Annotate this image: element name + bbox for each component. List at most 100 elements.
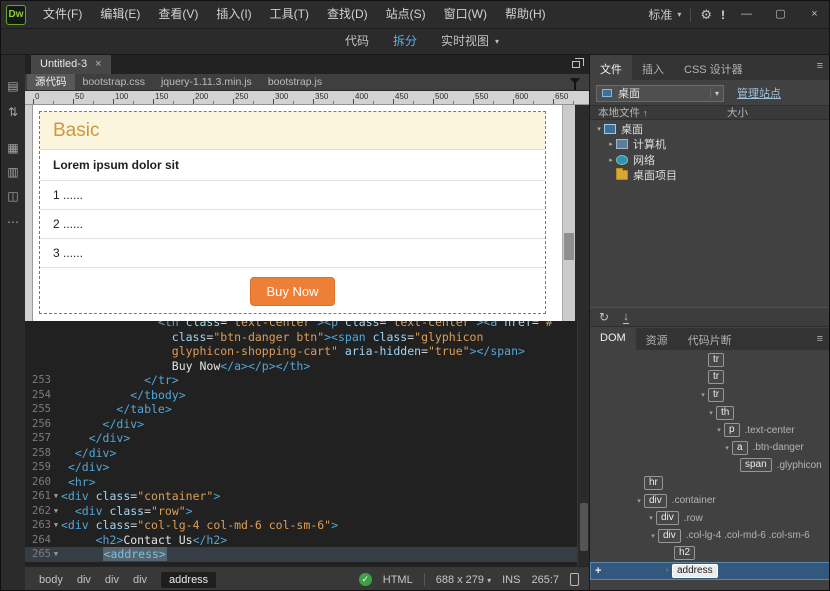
dom-node-div-9[interactable]: ▾div.row xyxy=(590,509,830,527)
design-row-2[interactable]: 2 ...... xyxy=(40,210,545,239)
design-row-1[interactable]: 1 ...... xyxy=(40,181,545,210)
dom-node-p-4[interactable]: ▾p.text-center xyxy=(590,421,830,439)
menubar-item-3[interactable]: 插入(I) xyxy=(207,1,260,28)
code-line-256[interactable]: 256 </div> xyxy=(25,417,589,432)
file-tree-item-0[interactable]: ▾桌面 xyxy=(590,121,830,137)
code-scrollbar-thumb[interactable] xyxy=(580,503,588,551)
dom-node-hr-7[interactable]: hr xyxy=(590,474,830,492)
close-button[interactable]: × xyxy=(802,1,827,28)
dom-node-address-12[interactable]: + ›address xyxy=(590,562,830,580)
dom-tag-pill[interactable]: span xyxy=(740,458,772,472)
code-line-258[interactable]: 258 </div> xyxy=(25,446,589,461)
dom-tab-0[interactable]: DOM xyxy=(590,328,636,350)
dom-node-tr-0[interactable]: tr xyxy=(590,351,830,369)
fold-arrow[interactable]: ▼ xyxy=(51,504,61,519)
panel-tab-0[interactable]: 文件 xyxy=(590,55,632,80)
design-row-0[interactable]: Lorem ipsum dolor sit xyxy=(40,150,545,181)
dom-tag-pill[interactable]: a xyxy=(732,441,748,455)
file-tree-item-3[interactable]: 桌面项目 xyxy=(590,168,830,184)
expand-icon[interactable]: ▸ xyxy=(606,156,616,164)
close-icon[interactable]: × xyxy=(95,55,101,74)
code-line-262[interactable]: 262▼ <div class="row"> xyxy=(25,504,589,519)
snippets-panel-icon[interactable]: ▥ xyxy=(1,165,25,179)
code-scrollbar[interactable] xyxy=(577,321,589,566)
menubar-item-0[interactable]: 文件(F) xyxy=(34,1,91,28)
code-line-wrap-0[interactable]: <th class="text-center"><p class="text-c… xyxy=(25,321,589,330)
column-local-files[interactable]: 本地文件 xyxy=(598,107,640,119)
view-mode-1[interactable]: 拆分 xyxy=(381,29,429,54)
code-line-260[interactable]: 260 <hr> xyxy=(25,475,589,490)
dom-tag-pill[interactable]: th xyxy=(716,406,734,420)
code-view[interactable]: <th class="text-center"><p class="text-c… xyxy=(25,321,589,566)
tab-untitled-3[interactable]: Untitled-3 × xyxy=(31,55,111,74)
panel-tab-2[interactable]: CSS 设计器 xyxy=(674,55,753,80)
collapse-icon[interactable]: ▾ xyxy=(594,125,604,133)
collapse-icon[interactable]: ▾ xyxy=(714,426,724,434)
code-line-259[interactable]: 259 </div> xyxy=(25,460,589,475)
dom-tab-1[interactable]: 资源 xyxy=(636,328,678,350)
code-line-254[interactable]: 254 </tbody> xyxy=(25,388,589,403)
window-size-selector[interactable]: 688 x 279 ▾ xyxy=(436,574,491,586)
refresh-icon[interactable]: ↻ xyxy=(599,311,609,323)
code-line-wrap-2[interactable]: glyphicon-shopping-cart" aria-hidden="tr… xyxy=(25,344,589,359)
file-tree-item-1[interactable]: ▸计算机 xyxy=(590,137,830,153)
tag-selector-body[interactable]: body xyxy=(39,574,63,586)
collapse-icon[interactable]: ▾ xyxy=(646,514,656,522)
collapse-icon[interactable]: ▾ xyxy=(706,409,716,417)
code-line-wrap-3[interactable]: Buy Now</a></p></th> xyxy=(25,359,589,374)
code-line-255[interactable]: 255 </table> xyxy=(25,402,589,417)
filter-icon[interactable] xyxy=(570,78,580,84)
code-line-261[interactable]: 261▼<div class="container"> xyxy=(25,489,589,504)
dom-tag-pill[interactable]: address xyxy=(672,564,718,578)
dom-node-div-10[interactable]: ▾div.col-lg-4 .col-md-6 .col-sm-6 xyxy=(590,527,830,545)
buy-now-button[interactable]: Buy Now xyxy=(250,277,334,306)
expand-icon[interactable]: › xyxy=(662,567,672,574)
dom-tag-pill[interactable]: p xyxy=(724,423,740,437)
dom-node-h2-11[interactable]: h2 xyxy=(590,545,830,563)
tag-selector-address[interactable]: address xyxy=(161,572,216,588)
chevron-down-icon[interactable]: ▾ xyxy=(495,37,499,46)
menubar-item-8[interactable]: 帮助(H) xyxy=(496,1,555,28)
code-line-253[interactable]: 253 </tr> xyxy=(25,373,589,388)
tag-selector-div[interactable]: div xyxy=(133,574,147,586)
gear-icon[interactable]: ⚙ xyxy=(700,7,712,23)
panel-menu-icon[interactable]: ≡ xyxy=(809,328,830,350)
dom-node-th-3[interactable]: ▾th xyxy=(590,404,830,422)
preview-device-icon[interactable] xyxy=(570,573,579,586)
dom-tag-pill[interactable]: div xyxy=(658,529,681,543)
restore-windows-icon[interactable] xyxy=(572,61,580,68)
dom-tag-pill[interactable]: hr xyxy=(644,476,663,490)
dom-node-div-8[interactable]: ▾div.container xyxy=(590,492,830,510)
fold-arrow[interactable]: ▼ xyxy=(51,489,61,504)
panel-tab-1[interactable]: 插入 xyxy=(632,55,674,80)
menubar-item-2[interactable]: 查看(V) xyxy=(149,1,207,28)
add-element-icon[interactable]: + xyxy=(595,565,601,577)
collapse-icon[interactable]: ▾ xyxy=(648,532,658,540)
design-canvas[interactable]: Basic Lorem ipsum dolor sit1 ......2 ...… xyxy=(33,105,562,321)
collapse-icon[interactable]: ▾ xyxy=(634,497,644,505)
file-tree-item-2[interactable]: ▸网络 xyxy=(590,152,830,168)
tag-selector-div[interactable]: div xyxy=(105,574,119,586)
related-file-0[interactable]: 源代码 xyxy=(27,74,75,90)
menubar-item-6[interactable]: 站点(S) xyxy=(377,1,435,28)
code-line-265[interactable]: 265▼ <address> xyxy=(25,547,589,562)
dom-node-tr-1[interactable]: tr xyxy=(590,369,830,387)
design-row-3[interactable]: 3 ...... xyxy=(40,239,545,268)
dom-tag-pill[interactable]: tr xyxy=(708,388,724,402)
maximize-button[interactable]: ▢ xyxy=(768,1,793,28)
view-mode-2[interactable]: 实时视图 xyxy=(429,29,501,54)
code-line-wrap-1[interactable]: class="btn-danger btn"><span class="glyp… xyxy=(25,330,589,345)
collapse-icon[interactable]: ▾ xyxy=(722,444,732,452)
related-file-3[interactable]: bootstrap.js xyxy=(260,74,330,90)
more-icon[interactable]: ⋯ xyxy=(1,215,25,229)
menubar-item-4[interactable]: 工具(T) xyxy=(261,1,318,28)
library-panel-icon[interactable]: ◫ xyxy=(1,189,25,203)
dom-node-a-5[interactable]: ▾a.btn-danger xyxy=(590,439,830,457)
code-line-264[interactable]: 264 <h2>Contact Us</h2> xyxy=(25,533,589,548)
dom-node-span-6[interactable]: span.glyphicon xyxy=(590,457,830,475)
assets-panel-icon[interactable]: ▦ xyxy=(1,141,25,155)
dom-tag-pill[interactable]: tr xyxy=(708,353,724,367)
manage-sites-link[interactable]: 管理站点 xyxy=(737,85,781,101)
transfer-panel-icon[interactable]: ⇅ xyxy=(1,105,25,119)
fold-arrow[interactable]: ▼ xyxy=(51,518,61,533)
